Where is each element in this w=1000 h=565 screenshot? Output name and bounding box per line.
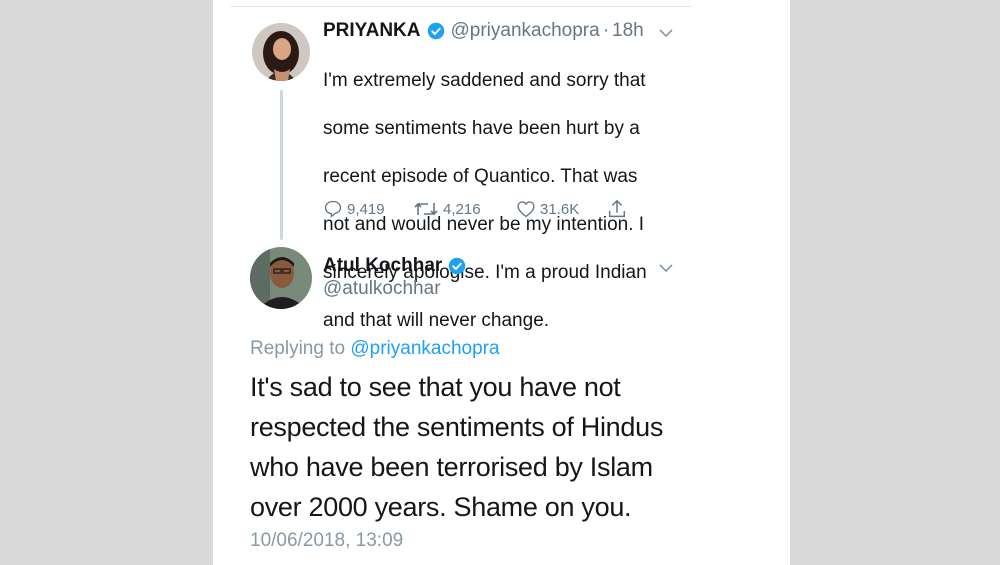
heart-icon	[517, 201, 535, 218]
tweet2-text-line: who have been terrorised by Islam	[250, 452, 653, 482]
verified-badge-icon	[448, 257, 466, 275]
tweet2-handle-row: @atulkochhar	[323, 278, 441, 300]
tweet1-text-line: recent episode of Quantico. That was	[323, 166, 638, 187]
replying-to: Replying to @priyankachopra	[250, 338, 500, 360]
tweet2-display-name[interactable]: Atul Kochhar	[323, 255, 442, 277]
tweet2-text-line: It's sad to see that you have not	[250, 372, 621, 402]
tweet2-header: Atul Kochhar	[323, 255, 472, 277]
share-button[interactable]	[606, 198, 628, 220]
retweet-icon	[414, 202, 438, 216]
like-count: 31.6K	[540, 200, 580, 218]
chevron-down-icon[interactable]	[656, 23, 676, 43]
tweet2-text-line: over 2000 years. Shame on you.	[250, 492, 632, 522]
tweet2-handle[interactable]: @atulkochhar	[323, 278, 441, 300]
tweet2-text-line: respected the sentiments of Hindus	[250, 412, 664, 442]
avatar-atul-kochhar[interactable]	[250, 247, 312, 309]
retweet-count: 4,216	[443, 200, 481, 218]
tweet1-separator: ·	[602, 20, 610, 41]
tweet1-time[interactable]: 18h	[612, 20, 644, 42]
tweet1-text-line: I'm extremely saddened and sorry that	[323, 70, 646, 91]
tweet1-handle[interactable]: @priyankachopra	[451, 20, 600, 42]
reply-icon	[324, 200, 342, 218]
like-button[interactable]: 31.6K	[516, 199, 606, 219]
tweet1-header: PRIYANKA @priyankachopra · 18h	[323, 20, 644, 42]
reply-count: 9,419	[347, 200, 385, 218]
tweet1-text-line: some sentiments have been hurt by a	[323, 118, 640, 139]
tweet1-actions: 9,419 4,216 31.6K	[323, 197, 628, 221]
thread-connector	[280, 90, 283, 240]
tweet1-text-line: and that will never change.	[323, 310, 550, 331]
reply-button[interactable]: 9,419	[323, 199, 413, 219]
tweet1-display-name[interactable]: PRIYANKA	[323, 20, 421, 42]
retweet-button[interactable]: 4,216	[413, 199, 516, 219]
tweet2-text: It's sad to see that you have not respec…	[250, 367, 770, 527]
avatar-priyanka[interactable]	[252, 23, 310, 81]
divider	[230, 6, 692, 7]
share-icon	[608, 199, 626, 218]
replying-to-label: Replying to	[250, 338, 346, 359]
verified-badge-icon	[427, 22, 445, 40]
replying-to-mention[interactable]: @priyankachopra	[350, 338, 499, 359]
tweet2-timestamp[interactable]: 10/06/2018, 13:09	[250, 530, 403, 552]
chevron-down-icon[interactable]	[656, 258, 676, 278]
